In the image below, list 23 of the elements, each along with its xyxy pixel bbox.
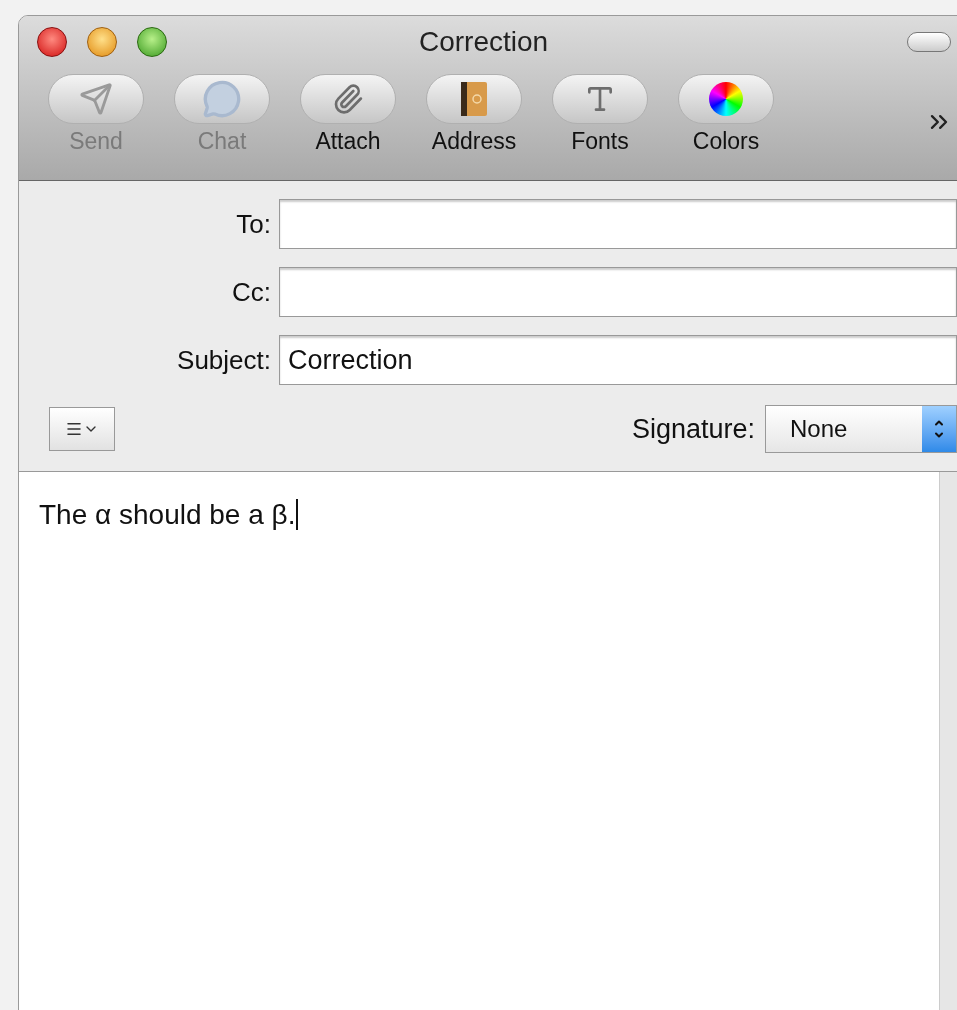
field-label: Cc: — [231, 275, 271, 309]
format-menu-button[interactable] — [49, 407, 115, 451]
field-label: To: — [235, 207, 271, 241]
signature-label: Signature: — [631, 412, 755, 446]
minimize-button[interactable] — [87, 27, 117, 57]
zoom-button[interactable] — [137, 27, 167, 57]
paper-plane-icon — [79, 82, 113, 116]
paperclip-icon — [332, 83, 364, 115]
message-body[interactable]: The α should be a β. — [19, 472, 939, 1010]
address-book-icon — [461, 82, 487, 116]
stepper-icon — [922, 406, 956, 452]
input-field[interactable]: Correction — [279, 335, 957, 385]
input-field[interactable] — [279, 199, 957, 249]
signature-select[interactable]: None — [765, 405, 957, 453]
input-field[interactable] — [279, 267, 957, 317]
window-title: Correction — [419, 25, 549, 59]
toolbar-toggle-button[interactable] — [907, 32, 951, 52]
message-text: The α should be a β. — [39, 499, 299, 530]
speech-bubble-icon — [202, 79, 242, 119]
field-label: Subject: — [176, 343, 271, 377]
close-button[interactable] — [37, 27, 67, 57]
list-icon — [65, 420, 83, 438]
color-wheel-icon — [709, 82, 743, 116]
